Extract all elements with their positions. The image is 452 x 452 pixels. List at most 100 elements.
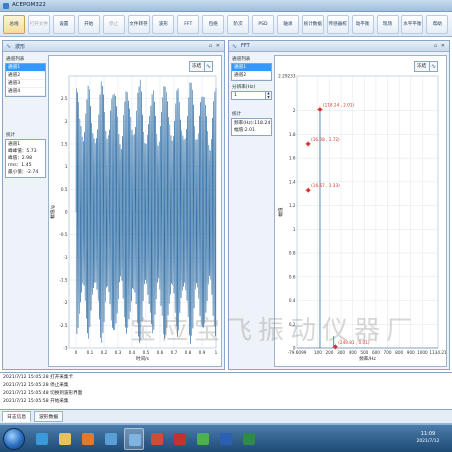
fft-panel-header: ∿ FFT ▫ ✕ — [229, 41, 449, 52]
toolbar-button[interactable]: 水平平衡 — [401, 15, 424, 34]
x-tick-label: 0.1 — [87, 350, 94, 355]
channel-list-item[interactable]: 通道4 — [6, 88, 45, 96]
x-tick-label: 600 — [372, 350, 380, 355]
toolbar-button[interactable]: 阶次 — [227, 15, 250, 34]
toolbar-button[interactable]: 总线 — [3, 15, 25, 34]
toolbar-button[interactable]: 轴承 — [276, 15, 299, 34]
taskbar-item[interactable] — [78, 428, 98, 450]
marker-label: (16.67 , 1.33) — [311, 183, 340, 188]
channel-list: 通道1 通道2 通道3 通道4 — [5, 63, 46, 97]
y-tick-label: 0.8 — [289, 251, 296, 256]
x-tick-label: 900 — [407, 350, 415, 355]
toolbar-button[interactable]: 帮助 — [426, 15, 449, 34]
taskbar-item[interactable] — [124, 428, 144, 450]
y-tick-label: 1.5 — [61, 142, 68, 147]
log-line: 2021/7/12 15:05:58 开始采集 — [3, 399, 69, 404]
taskbar-item[interactable] — [32, 428, 52, 450]
y-tick-label: 1 — [293, 227, 296, 232]
x-tick-label: 0.5 — [143, 350, 150, 355]
pdf-icon — [174, 433, 186, 445]
panel-window-controls[interactable]: ▫ ✕ — [434, 43, 446, 49]
y-tick-label: 0 — [293, 346, 296, 351]
toolbar: 总线 打开文件 设置 开始 停止 文件转存 波形 FFT 包络 阶次 PSD 轴承 统计数据 传感器校 动平… — [0, 12, 452, 37]
x-tick-label: 0.6 — [157, 350, 164, 355]
y-tick-label: 1 — [65, 164, 68, 169]
resolution-spinbox[interactable]: 1 ▲ ▼ — [231, 91, 272, 100]
channel-list-item[interactable]: 通道2 — [232, 72, 271, 80]
log-tab[interactable]: 日志信息 — [2, 411, 32, 422]
chrome-icon — [197, 433, 209, 445]
x-tick-label: 500 — [360, 350, 368, 355]
x-tick-label: 300 — [337, 350, 345, 355]
toolbar-button[interactable]: 传感器校 — [326, 15, 349, 34]
waveform-panel-icon: ∿ — [6, 43, 12, 50]
panel-window-controls[interactable]: ▫ ✕ — [209, 43, 221, 49]
fft-plot[interactable]: -79.6099 100 200 300 400 500 600 700 800 900 1000 1… — [274, 55, 447, 367]
taskbar-item[interactable] — [101, 428, 121, 450]
x-tick-label: 1134.21 — [429, 350, 446, 355]
log-tab[interactable]: 波形数据 — [34, 411, 64, 422]
toolbar-button[interactable]: 开始 — [77, 15, 100, 34]
x-tick-label: 100 — [314, 350, 322, 355]
toolbar-button[interactable]: 包络 — [202, 15, 225, 34]
spin-arrows-icon[interactable]: ▲ ▼ — [265, 91, 271, 99]
toolbar-button[interactable]: 现场 — [376, 15, 399, 34]
windows-start-button[interactable] — [3, 428, 25, 450]
taskbar-item[interactable] — [147, 428, 167, 450]
system-tray[interactable]: 11:09 2021/7/12 — [408, 430, 448, 448]
stat-line: rms：1.45 — [8, 163, 32, 168]
freeze-toggle[interactable]: 冻结 ∿ — [189, 61, 213, 72]
y-tick-label: 0.2 — [289, 322, 296, 327]
toolbar-button[interactable]: 文件转存 — [127, 15, 150, 34]
y-tick-label: 2 — [293, 108, 296, 113]
word-icon — [220, 433, 232, 445]
waveform-chart: 0 0.1 0.2 0.3 0.4 0.5 0.6 0.7 0.8 0.9 1 -3 -2.5 -2 -1.… — [49, 75, 218, 362]
toolbar-button[interactable]: 统计数据 — [301, 15, 324, 34]
channel-list-item[interactable]: 通道3 — [6, 80, 45, 88]
taskbar-item[interactable] — [170, 428, 190, 450]
stat-line: 最小值：-2.74 — [8, 170, 39, 175]
toolbar-button[interactable]: 打开文件 — [27, 15, 50, 34]
taskbar-item[interactable] — [193, 428, 213, 450]
y-tick-label: 2 — [65, 119, 68, 124]
network-icon — [105, 433, 117, 445]
toolbar-button[interactable]: 动平衡 — [351, 15, 374, 34]
log-panel: 2021/7/12 15:05:28 打开采集卡 2021/7/12 15:05:… — [0, 372, 452, 410]
y-tick-label: 1.2 — [289, 203, 296, 208]
taskbar-item[interactable] — [55, 428, 75, 450]
fft-sidebar: 通道列表 通道1 通道2 分辨率(Hz) 1 ▲ ▼ 统计 频率(Hz):118.2… — [231, 55, 272, 367]
toolbar-button[interactable]: 停止 — [102, 15, 125, 34]
toolbar-button[interactable]: 波形 — [152, 15, 175, 34]
x-tick-label: -79.6099 — [288, 350, 307, 355]
title-bar: ACEPOM322 — [0, 0, 452, 12]
taskbar-item[interactable] — [239, 428, 259, 450]
toolbar-button[interactable]: 设置 — [52, 15, 75, 34]
waveform-plot[interactable]: 0 0.1 0.2 0.3 0.4 0.5 0.6 0.7 0.8 0.9 1 -3 -2.5 -2 -1.… — [48, 55, 222, 367]
y-tick-label: 0 — [65, 210, 68, 215]
freeze-toggle[interactable]: 冻结 ∿ — [414, 61, 438, 72]
x-tick-label: 1 — [215, 350, 218, 355]
taskbar-item[interactable] — [216, 428, 236, 450]
freeze-label: 冻结 — [417, 64, 427, 69]
waveform-panel: ∿ 波形 ▫ ✕ 通道列表 通道1 通道2 通道3 通道4 统计 通道1 峰峰值：5.7… — [2, 40, 225, 370]
toolbar-button[interactable]: FFT — [177, 15, 200, 34]
x-tick-label: 0 — [75, 350, 78, 355]
ie-icon — [36, 433, 48, 445]
stat-line: 频率(Hz):118.24 — [234, 121, 271, 126]
y-tick-label: -1.5 — [59, 278, 68, 283]
x-tick-label: 0.4 — [129, 350, 136, 355]
y-tick-label: 1.6 — [289, 156, 296, 161]
channel-list-item[interactable]: 通道2 — [6, 72, 45, 80]
fft-panel: ∿ FFT ▫ ✕ 通道列表 通道1 通道2 分辨率(Hz) 1 ▲ ▼ 统计 频率… — [228, 40, 450, 370]
app-icon — [129, 434, 141, 446]
y-tick-label: -0.5 — [59, 232, 68, 237]
channel-list-item[interactable]: 通道1 — [232, 64, 271, 72]
app-icon — [3, 3, 9, 9]
channel-list-item[interactable]: 通道1 — [6, 64, 45, 72]
x-axis-label: 频率/Hz — [359, 355, 376, 362]
shield-icon — [151, 433, 163, 445]
stat-line: 峰值：2.98 — [8, 156, 33, 161]
x-tick-label: 0.7 — [171, 350, 178, 355]
toolbar-button[interactable]: PSD — [252, 15, 274, 34]
x-tick-label: 700 — [384, 350, 392, 355]
